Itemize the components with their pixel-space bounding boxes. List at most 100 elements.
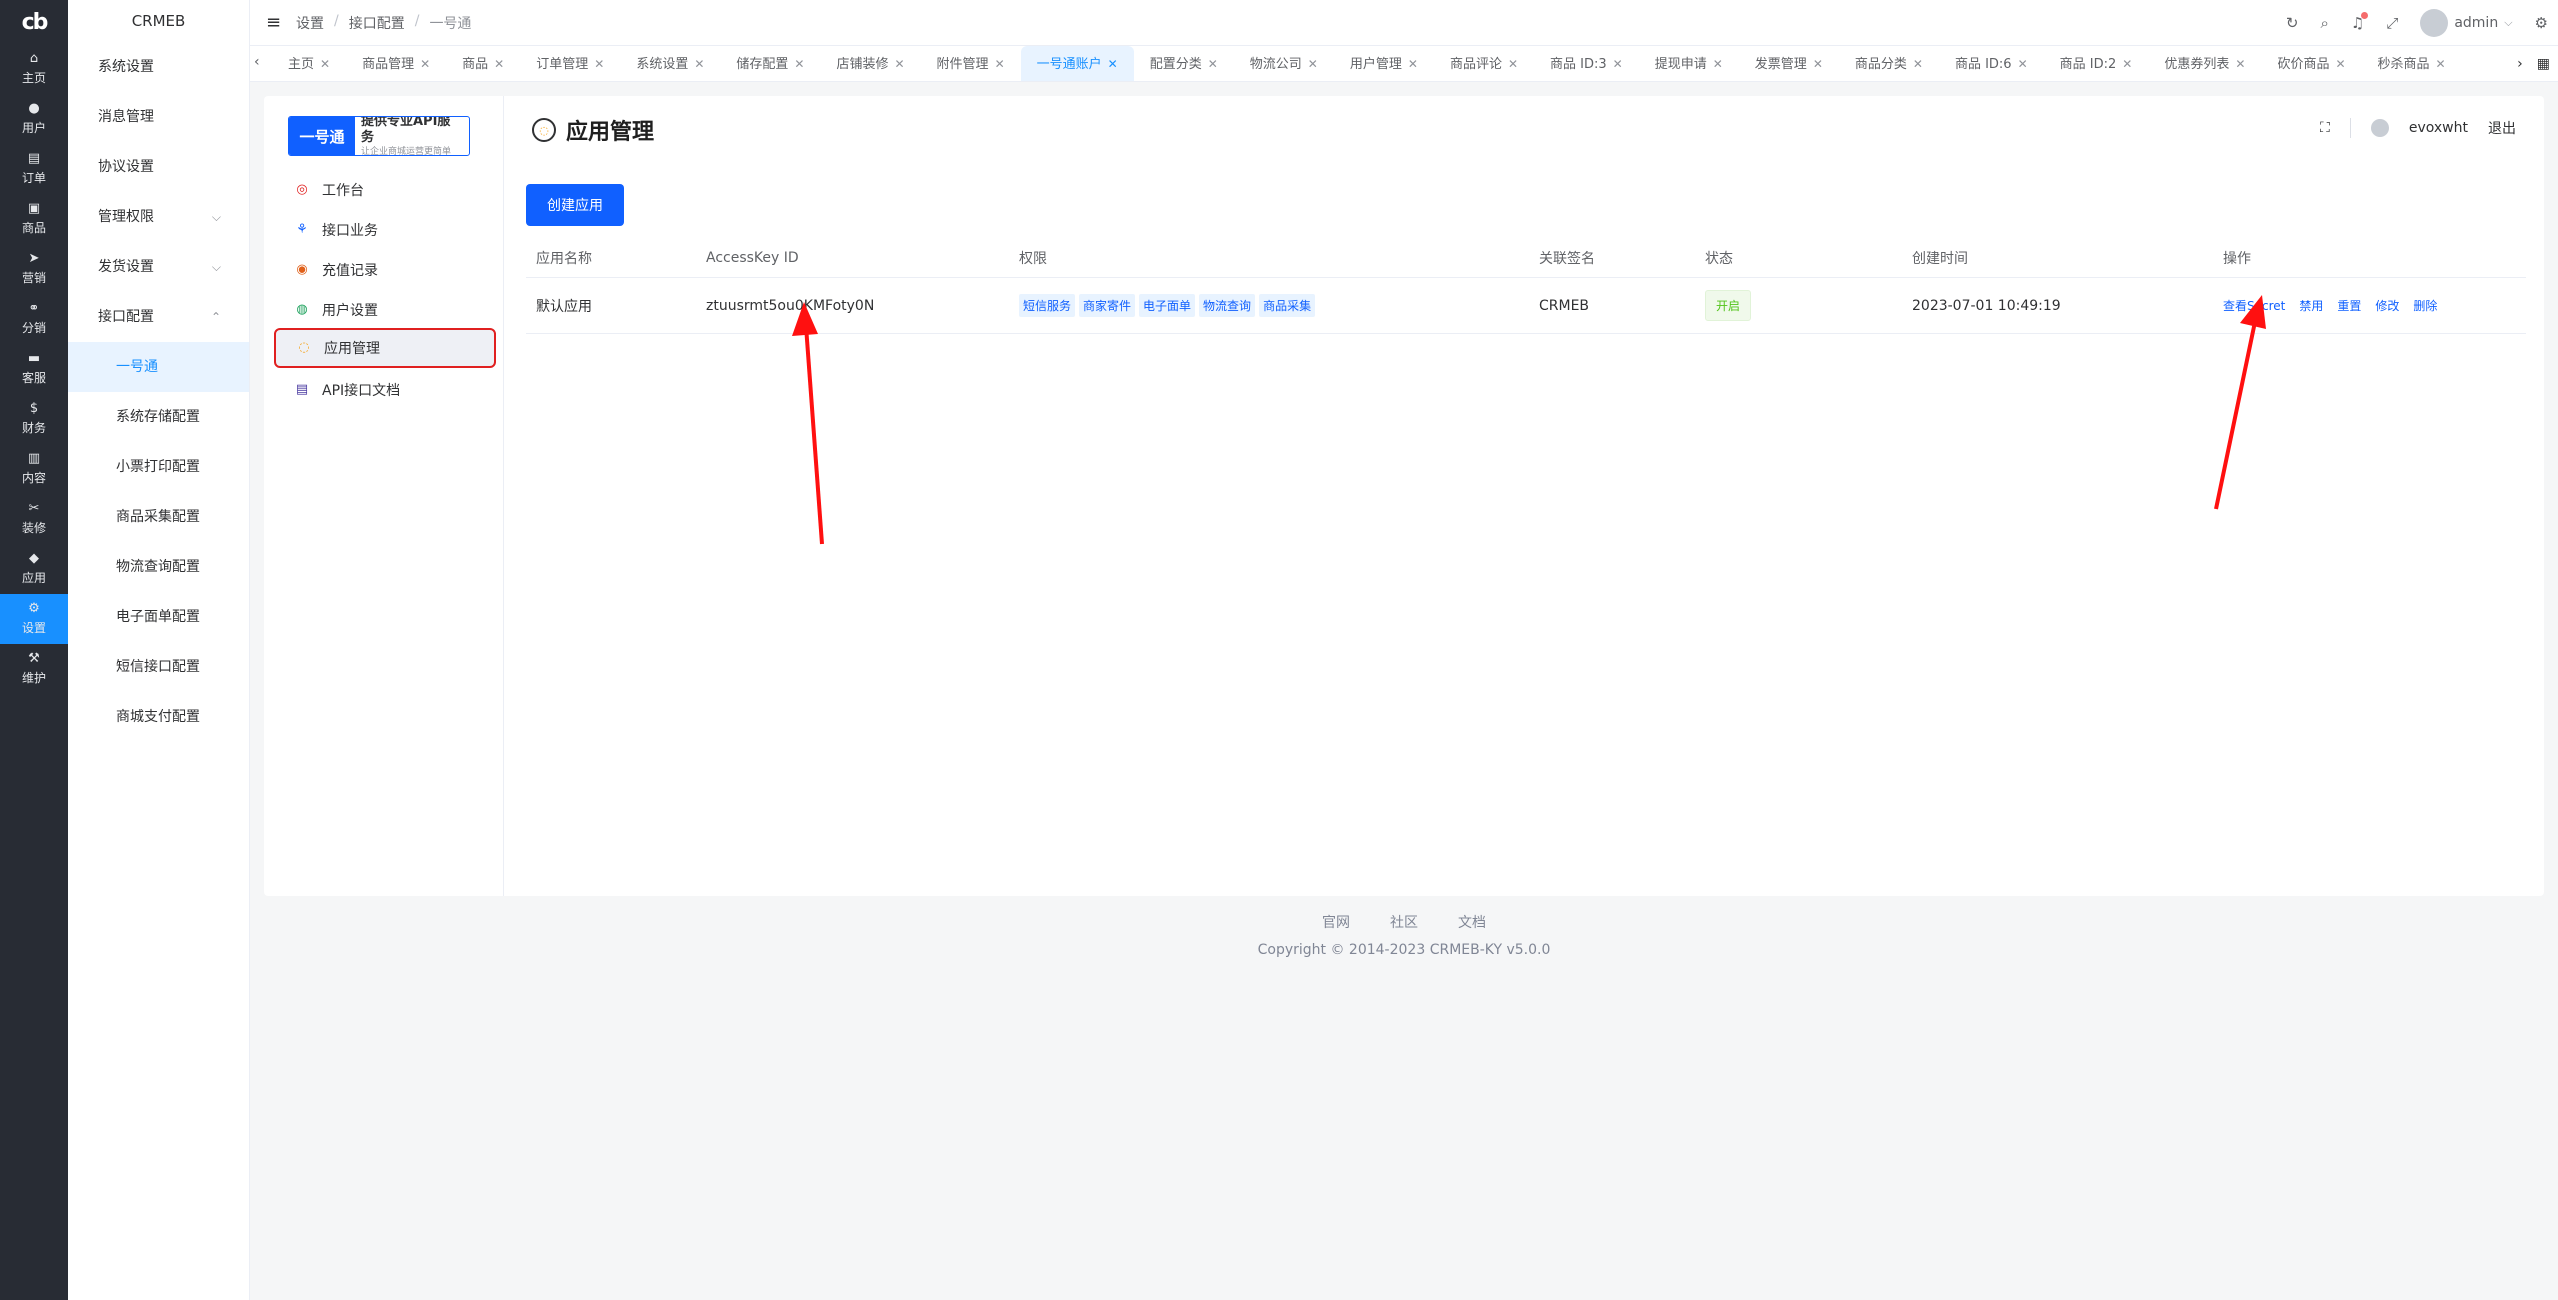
close-icon[interactable]: ✕ bbox=[594, 57, 604, 71]
tabs-scroll-left-icon[interactable]: ‹ bbox=[254, 54, 260, 70]
rail-item-6[interactable]: ▬ 客服 bbox=[0, 344, 68, 394]
close-icon[interactable]: ✕ bbox=[2122, 57, 2132, 71]
rail-item-8[interactable]: ▥ 内容 bbox=[0, 444, 68, 494]
tab-item[interactable]: 主页 ✕ bbox=[272, 46, 346, 81]
tabs-scroll-right-icon[interactable]: › bbox=[2517, 56, 2523, 72]
inner-nav-item[interactable]: ◌ 应用管理 bbox=[274, 328, 496, 368]
close-icon[interactable]: ✕ bbox=[2436, 57, 2446, 71]
rail-item-11[interactable]: ⚙ 设置 bbox=[0, 594, 68, 644]
refresh-icon[interactable]: ↻ bbox=[2286, 14, 2299, 32]
close-icon[interactable]: ✕ bbox=[420, 57, 430, 71]
inner-nav-item[interactable]: ⚘ 接口业务 bbox=[274, 210, 496, 250]
menu-toggle-icon[interactable]: ≡ bbox=[266, 12, 281, 33]
close-icon[interactable]: ✕ bbox=[794, 57, 804, 71]
inner-nav-item[interactable]: ◎ 工作台 bbox=[274, 170, 496, 210]
tab-item[interactable]: 订单管理 ✕ bbox=[520, 46, 620, 81]
inner-nav-item[interactable]: ◉ 充值记录 bbox=[274, 250, 496, 290]
close-icon[interactable]: ✕ bbox=[1913, 57, 1923, 71]
tab-item[interactable]: 优惠券列表 ✕ bbox=[2148, 46, 2261, 81]
submenu-item[interactable]: 协议设置 bbox=[68, 142, 249, 192]
close-icon[interactable]: ✕ bbox=[995, 57, 1005, 71]
inner-nav-item[interactable]: ◍ 用户设置 bbox=[274, 290, 496, 330]
breadcrumb-item[interactable]: 设置 bbox=[296, 13, 324, 33]
permission-tag[interactable]: 商家寄件 bbox=[1079, 294, 1136, 317]
fullscreen-icon[interactable]: ⛶ bbox=[2320, 120, 2330, 136]
submenu-child-item[interactable]: 一号通 bbox=[68, 342, 249, 392]
permission-tag[interactable]: 短信服务 bbox=[1019, 294, 1076, 317]
disable-link[interactable]: 禁用 bbox=[2299, 299, 2323, 313]
edit-link[interactable]: 修改 bbox=[2375, 299, 2399, 313]
view-secret-link[interactable]: 查看Secret bbox=[2223, 299, 2285, 313]
tab-item[interactable]: 配置分类 ✕ bbox=[1134, 46, 1234, 81]
close-icon[interactable]: ✕ bbox=[2335, 57, 2345, 71]
rail-item-7[interactable]: $ 财务 bbox=[0, 394, 68, 444]
rail-item-5[interactable]: ⚭ 分销 bbox=[0, 294, 68, 344]
settings-icon[interactable]: ⚙ bbox=[2535, 14, 2548, 32]
submenu-child-item[interactable]: 商城支付配置 bbox=[68, 692, 249, 742]
close-icon[interactable]: ✕ bbox=[494, 57, 504, 71]
submenu-item[interactable]: 系统设置 bbox=[68, 42, 249, 92]
tab-item[interactable]: 店铺装修 ✕ bbox=[820, 46, 920, 81]
permission-tag[interactable]: 物流查询 bbox=[1199, 294, 1256, 317]
tab-item[interactable]: 商品 ID:3 ✕ bbox=[1534, 46, 1639, 81]
footer-link-community[interactable]: 社区 bbox=[1390, 912, 1418, 932]
close-icon[interactable]: ✕ bbox=[1613, 57, 1623, 71]
permission-tag[interactable]: 电子面单 bbox=[1139, 294, 1196, 317]
tab-item[interactable]: 发票管理 ✕ bbox=[1739, 46, 1839, 81]
submenu-child-item[interactable]: 小票打印配置 bbox=[68, 442, 249, 492]
tab-item[interactable]: 商品分类 ✕ bbox=[1839, 46, 1939, 81]
tab-item[interactable]: 商品管理 ✕ bbox=[346, 46, 446, 81]
submenu-child-item[interactable]: 电子面单配置 bbox=[68, 592, 249, 642]
submenu-child-item[interactable]: 短信接口配置 bbox=[68, 642, 249, 692]
tab-item[interactable]: 物流公司 ✕ bbox=[1234, 46, 1334, 81]
logout-link[interactable]: 退出 bbox=[2488, 118, 2516, 138]
fullscreen-icon[interactable]: ⤢ bbox=[2386, 14, 2398, 32]
rail-item-4[interactable]: ➤ 营销 bbox=[0, 244, 68, 294]
rail-item-0[interactable]: ⌂ 主页 bbox=[0, 44, 68, 94]
close-icon[interactable]: ✕ bbox=[2018, 57, 2028, 71]
permission-tag[interactable]: 商品采集 bbox=[1259, 294, 1316, 317]
rail-item-9[interactable]: ✂ 装修 bbox=[0, 494, 68, 544]
reset-link[interactable]: 重置 bbox=[2337, 299, 2361, 313]
app-logo[interactable]: cb bbox=[0, 0, 68, 44]
close-icon[interactable]: ✕ bbox=[894, 57, 904, 71]
bell-icon[interactable]: ♫ bbox=[2351, 12, 2369, 32]
rail-item-10[interactable]: ◆ 应用 bbox=[0, 544, 68, 594]
rail-item-1[interactable]: ● 用户 bbox=[0, 94, 68, 144]
submenu-item[interactable]: 消息管理 bbox=[68, 92, 249, 142]
rail-item-12[interactable]: ⚒ 维护 bbox=[0, 644, 68, 694]
submenu-child-item[interactable]: 商品采集配置 bbox=[68, 492, 249, 542]
close-icon[interactable]: ✕ bbox=[1713, 57, 1723, 71]
tab-item[interactable]: 附件管理 ✕ bbox=[921, 46, 1021, 81]
tab-item[interactable]: 商品评论 ✕ bbox=[1434, 46, 1534, 81]
submenu-child-item[interactable]: 系统存储配置 bbox=[68, 392, 249, 442]
tab-item[interactable]: 砍价商品 ✕ bbox=[2261, 46, 2361, 81]
tab-item[interactable]: 用户管理 ✕ bbox=[1334, 46, 1434, 81]
footer-link-official[interactable]: 官网 bbox=[1322, 912, 1350, 932]
close-icon[interactable]: ✕ bbox=[1308, 57, 1318, 71]
tab-item[interactable]: 系统设置 ✕ bbox=[620, 46, 720, 81]
close-icon[interactable]: ✕ bbox=[1408, 57, 1418, 71]
close-icon[interactable]: ✕ bbox=[694, 57, 704, 71]
inner-nav-item[interactable]: ▤ API接口文档 bbox=[274, 370, 496, 410]
tab-item[interactable]: 提现申请 ✕ bbox=[1639, 46, 1739, 81]
rail-item-3[interactable]: ▣ 商品 bbox=[0, 194, 68, 244]
tab-item[interactable]: 秒杀商品 ✕ bbox=[2362, 46, 2462, 81]
delete-link[interactable]: 删除 bbox=[2413, 299, 2437, 313]
tab-item[interactable]: 商品 ID:6 ✕ bbox=[1939, 46, 2044, 81]
submenu-item[interactable]: 发货设置 ⌵ bbox=[68, 242, 249, 292]
close-icon[interactable]: ✕ bbox=[1813, 57, 1823, 71]
submenu-child-item[interactable]: 物流查询配置 bbox=[68, 542, 249, 592]
submenu-item[interactable]: 接口配置 ⌃ bbox=[68, 292, 249, 342]
close-icon[interactable]: ✕ bbox=[2235, 57, 2245, 71]
tab-item[interactable]: 储存配置 ✕ bbox=[720, 46, 820, 81]
submenu-item[interactable]: 管理权限 ⌵ bbox=[68, 192, 249, 242]
tab-item[interactable]: 商品 ID:2 ✕ bbox=[2044, 46, 2149, 81]
tabs-menu-icon[interactable]: ▦ bbox=[2537, 56, 2550, 72]
search-icon[interactable]: ⌕ bbox=[2320, 14, 2328, 32]
create-app-button[interactable]: 创建应用 bbox=[526, 184, 624, 226]
breadcrumb-item[interactable]: 接口配置 bbox=[349, 13, 405, 33]
rail-item-2[interactable]: ▤ 订单 bbox=[0, 144, 68, 194]
close-icon[interactable]: ✕ bbox=[320, 57, 330, 71]
user-menu[interactable]: admin ⌵ bbox=[2420, 9, 2513, 37]
